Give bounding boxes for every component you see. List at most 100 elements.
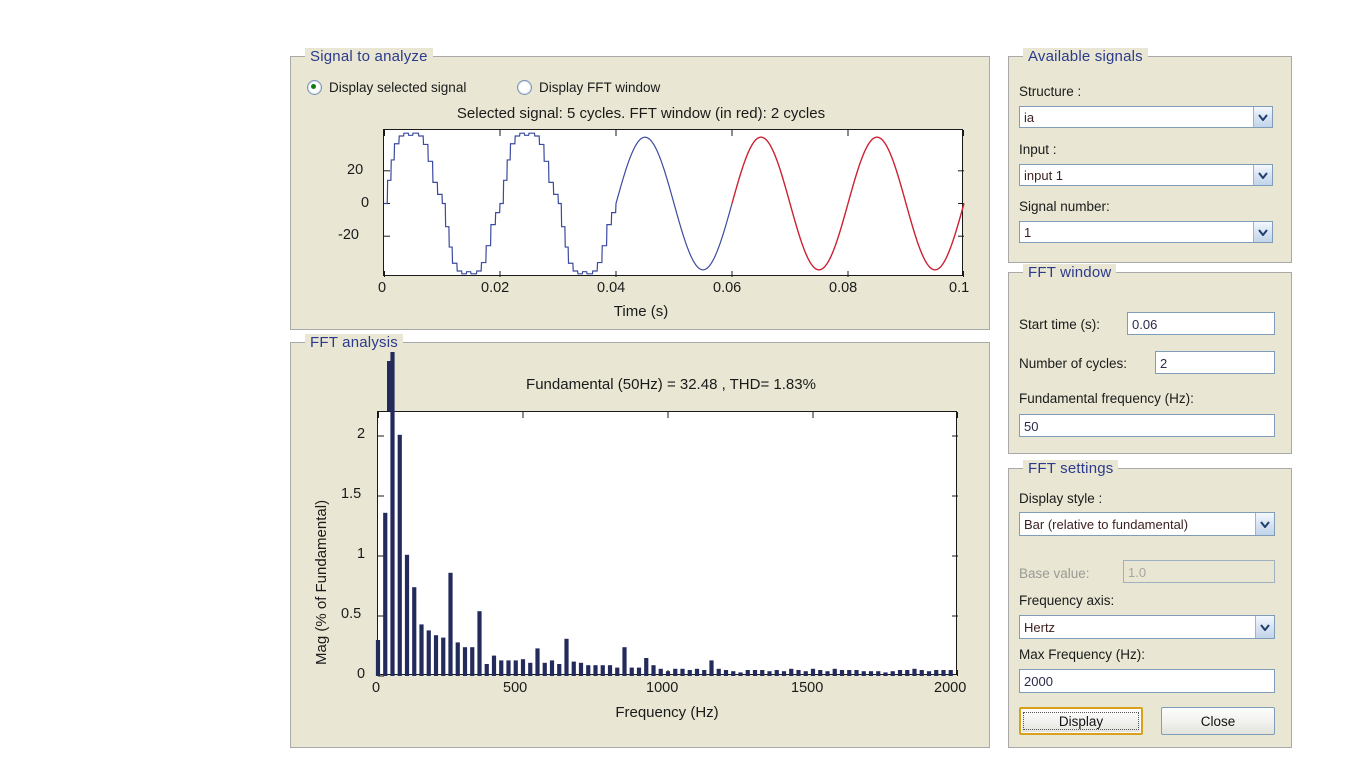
fft-y-ticks (378, 435, 958, 677)
display-style-combo[interactable]: Bar (relative to fundamental) (1019, 512, 1275, 536)
fft-xtick-1000: 1000 (646, 680, 679, 696)
number-of-cycles-input[interactable]: 2 (1155, 351, 1275, 374)
fft-window-title: FFT window (1023, 264, 1117, 281)
chevron-down-icon[interactable] (1255, 616, 1274, 638)
fft-bar (535, 648, 540, 676)
base-value-value: 1.0 (1128, 564, 1147, 580)
fft-bar (803, 671, 808, 676)
fft-bar (513, 660, 518, 676)
fft-bar (665, 671, 671, 676)
fft-spectrum-svg (375, 352, 958, 677)
structure-label: Structure : (1019, 84, 1082, 99)
signal-xtick-006: 0.06 (713, 280, 742, 296)
available-signals-title: Available signals (1023, 48, 1148, 65)
fft-bar (680, 668, 685, 676)
fft-bar (593, 665, 598, 676)
base-value-label: Base value: (1019, 566, 1090, 581)
fft-bar (644, 658, 649, 676)
chevron-down-icon[interactable] (1255, 513, 1274, 535)
fft-bar (426, 630, 431, 676)
fft-bar (738, 672, 743, 676)
start-time-input[interactable]: 0.06 (1127, 312, 1275, 335)
fft-bar (890, 671, 895, 676)
input-label: Input : (1019, 142, 1057, 157)
fft-bar (557, 664, 562, 676)
fft-bar (897, 670, 903, 676)
fft-bar (484, 664, 489, 676)
fft-bar (926, 671, 932, 676)
fft-bar (390, 352, 395, 676)
fft-bar (694, 668, 700, 676)
fft-bar (716, 668, 721, 676)
signal-plot-svg (384, 130, 965, 277)
signal-xaxis-label: Time (s) (613, 303, 669, 320)
base-value-input: 1.0 (1123, 560, 1275, 583)
fft-bar (818, 670, 823, 676)
chevron-down-icon[interactable] (1253, 165, 1272, 185)
fft-bars-group (375, 352, 953, 676)
signal-waveform-blue (384, 132, 733, 275)
fft-bar (455, 642, 460, 676)
fft-bar (491, 655, 497, 676)
display-style-combo-value: Bar (relative to fundamental) (1024, 516, 1189, 532)
radio-display-fft-window[interactable]: Display FFT window (517, 80, 660, 95)
number-of-cycles-value: 2 (1160, 355, 1168, 371)
fft-bar (651, 665, 656, 676)
fft-bar (847, 670, 852, 676)
radio-display-selected-signal[interactable]: Display selected signal (307, 80, 466, 95)
fft-bar (462, 647, 468, 676)
fft-bar (586, 665, 591, 676)
fft-bar (760, 670, 765, 676)
display-button-inner: Display (1023, 712, 1139, 730)
start-time-label: Start time (s): (1019, 317, 1101, 332)
max-frequency-label: Max Frequency (Hz): (1019, 647, 1146, 662)
fft-bar (448, 572, 453, 676)
radio-display-selected-signal-indicator[interactable] (307, 80, 322, 95)
signal-ytick-minus20: -20 (338, 227, 359, 243)
input-combo[interactable]: input 1 (1019, 164, 1273, 186)
chevron-down-icon[interactable] (1253, 222, 1272, 242)
fft-xaxis-label: Frequency (Hz) (615, 704, 719, 721)
frequency-axis-combo[interactable]: Hertz (1019, 615, 1275, 639)
fft-bar (948, 670, 953, 676)
structure-combo[interactable]: ia (1019, 106, 1273, 128)
fundamental-frequency-input[interactable]: 50 (1019, 414, 1275, 437)
fft-bar (810, 668, 816, 676)
radio-display-fft-window-indicator[interactable] (517, 80, 532, 95)
radio-display-fft-window-label: Display FFT window (539, 80, 661, 95)
fft-bar (912, 668, 917, 676)
fft-bar (854, 670, 859, 676)
signal-number-combo[interactable]: 1 (1019, 221, 1273, 243)
max-frequency-input[interactable]: 2000 (1019, 669, 1275, 693)
close-button[interactable]: Close (1161, 707, 1275, 735)
fft-bar (825, 671, 830, 676)
fft-bar (941, 670, 946, 676)
fft-bar (731, 671, 736, 676)
fft-bar (419, 624, 424, 676)
fft-bar (745, 670, 750, 676)
fft-bar (578, 662, 584, 676)
fft-bar (629, 667, 634, 676)
display-button[interactable]: Display (1019, 707, 1143, 735)
fft-ytick-2: 2 (357, 426, 366, 442)
number-of-cycles-label: Number of cycles: (1019, 356, 1128, 371)
fft-bar (600, 665, 605, 676)
fft-window-panel: FFT window Start time (s): 0.06 Number o… (1008, 264, 1292, 454)
fft-bar (687, 670, 692, 676)
structure-combo-value: ia (1024, 109, 1035, 125)
fft-bar (789, 668, 794, 676)
signal-number-label: Signal number: (1019, 199, 1110, 214)
fft-bar (470, 647, 475, 676)
fft-plot-title: Fundamental (50Hz) = 32.48 , THD= 1.83% (526, 376, 816, 393)
fft-tool-window: Signal to analyze Display selected signa… (0, 0, 1366, 768)
signal-ytick-0: 0 (361, 195, 370, 211)
display-style-label: Display style : (1019, 491, 1103, 506)
chevron-down-icon[interactable] (1253, 107, 1272, 127)
fft-analysis-title: FFT analysis (305, 334, 403, 351)
fft-bar (868, 671, 874, 676)
fft-x-ticks (378, 412, 958, 676)
input-combo-value: input 1 (1024, 167, 1064, 183)
fft-ytick-0: 0 (357, 666, 366, 682)
fft-bar (702, 670, 707, 676)
display-button-label: Display (1058, 713, 1104, 729)
